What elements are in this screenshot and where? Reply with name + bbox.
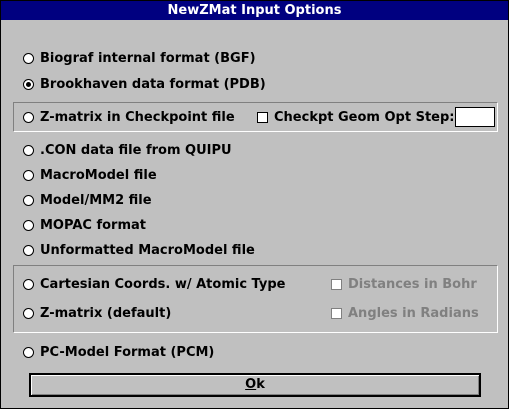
checkpt-geom-opt-step-checkbox[interactable]: Checkpt Geom Opt Step:: [257, 107, 455, 127]
checkbox-icon[interactable]: [331, 307, 342, 319]
option-bgf[interactable]: Biograf internal format (BGF): [23, 48, 256, 68]
option-unformatted-macromodel[interactable]: Unformatted MacroModel file: [23, 240, 255, 260]
option-zmatrix-checkpoint[interactable]: Z-matrix in Checkpoint file: [23, 107, 235, 127]
checkpt-geom-opt-step-input[interactable]: [455, 107, 495, 127]
ok-button[interactable]: Ok: [29, 373, 481, 397]
option-pdb[interactable]: Brookhaven data format (PDB): [23, 74, 266, 94]
option-zmatrix-default-label: Z-matrix (default): [40, 305, 172, 321]
window-title: NewZMat Input Options: [1, 1, 508, 20]
radio-icon[interactable]: [23, 244, 34, 256]
angles-in-radians-checkbox[interactable]: Angles in Radians: [331, 303, 479, 323]
radio-icon[interactable]: [23, 144, 34, 156]
option-pdb-label: Brookhaven data format (PDB): [40, 76, 266, 92]
checkbox-icon[interactable]: [331, 278, 342, 290]
radio-checked-icon[interactable]: [23, 78, 34, 90]
radio-icon[interactable]: [23, 278, 34, 290]
radio-icon[interactable]: [23, 169, 34, 181]
radio-icon[interactable]: [23, 111, 34, 123]
option-cartesian[interactable]: Cartesian Coords. w/ Atomic Type: [23, 274, 285, 294]
angles-in-radians-label: Angles in Radians: [348, 305, 479, 321]
option-mopac[interactable]: MOPAC format: [23, 215, 146, 235]
option-bgf-label: Biograf internal format (BGF): [40, 50, 256, 66]
radio-icon[interactable]: [23, 307, 34, 319]
option-mm2[interactable]: Model/MM2 file: [23, 190, 152, 210]
option-macromodel-label: MacroModel file: [40, 167, 157, 183]
option-con-label: .CON data file from QUIPU: [40, 142, 232, 158]
option-mm2-label: Model/MM2 file: [40, 192, 152, 208]
radio-icon[interactable]: [23, 219, 34, 231]
radio-icon[interactable]: [23, 52, 34, 64]
option-macromodel[interactable]: MacroModel file: [23, 165, 157, 185]
option-mopac-label: MOPAC format: [40, 217, 146, 233]
checkbox-icon[interactable]: [257, 111, 268, 123]
option-pcm[interactable]: PC-Model Format (PCM): [23, 342, 214, 362]
ok-label: k: [256, 377, 265, 392]
newzmat-input-options-window: NewZMat Input Options Biograf internal f…: [0, 0, 509, 409]
option-con[interactable]: .CON data file from QUIPU: [23, 140, 232, 160]
checkpt-geom-opt-step-label: Checkpt Geom Opt Step:: [274, 109, 455, 125]
option-unformatted-macromodel-label: Unformatted MacroModel file: [40, 242, 255, 258]
option-pcm-label: PC-Model Format (PCM): [40, 344, 215, 360]
distances-in-bohr-checkbox[interactable]: Distances in Bohr: [331, 274, 477, 294]
option-zmatrix-default[interactable]: Z-matrix (default): [23, 303, 171, 323]
option-zmatrix-checkpoint-label: Z-matrix in Checkpoint file: [40, 109, 235, 125]
distances-in-bohr-label: Distances in Bohr: [348, 276, 477, 292]
option-cartesian-label: Cartesian Coords. w/ Atomic Type: [40, 276, 286, 292]
radio-icon[interactable]: [23, 346, 34, 358]
ok-accelerator: O: [245, 377, 257, 392]
radio-icon[interactable]: [23, 194, 34, 206]
